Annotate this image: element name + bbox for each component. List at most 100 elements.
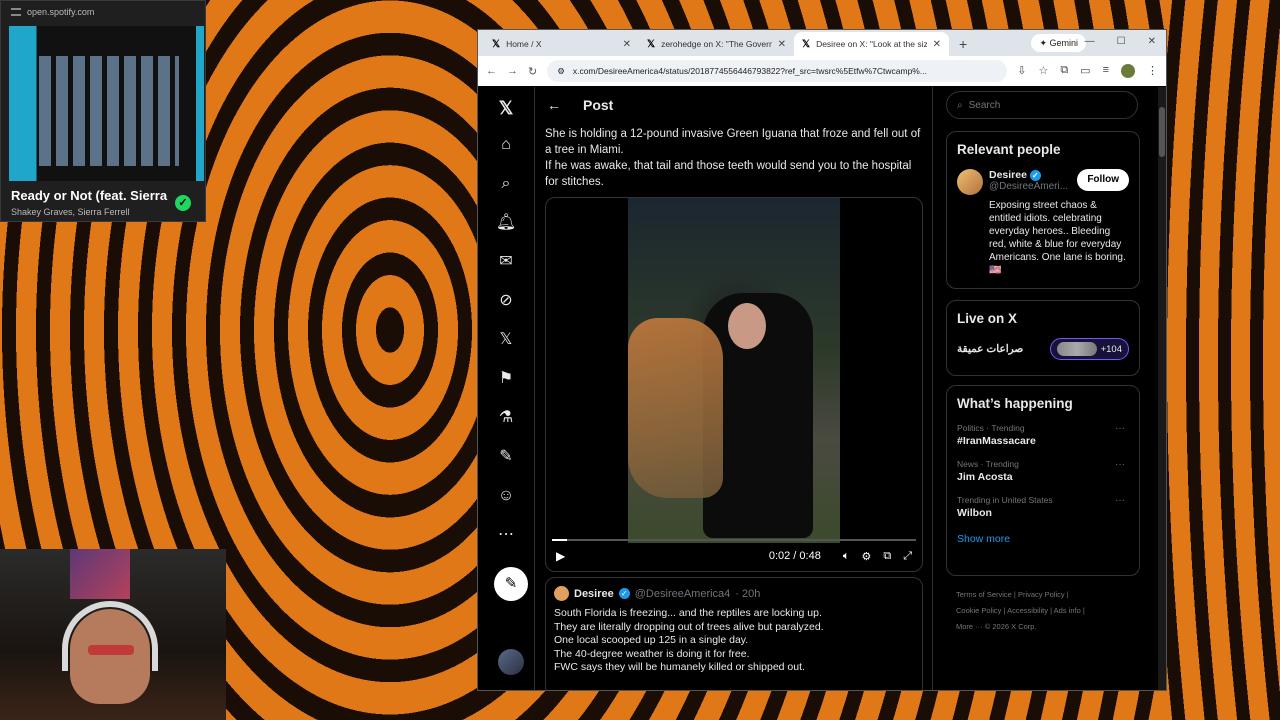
tweet-text-line-2: If he was awake, that tail and those tee… [545,160,912,188]
picture-in-picture-icon[interactable]: ⧉ [883,550,891,563]
articles-edit-icon[interactable]: ✎ [495,446,517,468]
whats-happening-title: What’s happening [957,396,1073,411]
profile-person-icon[interactable]: ☺ [495,485,517,507]
grok-icon[interactable]: ⊘ [495,290,517,312]
live-space-name[interactable]: صراعات عميقة [957,343,1023,355]
quoted-author-handle[interactable]: @DesireeAmerica4 [635,588,731,600]
install-app-icon[interactable]: ⇩ [1017,64,1026,78]
close-icon[interactable]: ✕ [778,39,786,50]
whats-happening-card: What’s happening Politics · Trending #Ir… [946,385,1140,576]
site-info-icon[interactable]: ⚙ [557,66,565,77]
video-person-face [728,303,766,349]
song-artists: Shakey Graves, Sierra Ferrell [11,207,130,217]
relevant-person[interactable]: Desiree ✓ @DesireeAmeri... Follow [957,169,1129,195]
trend-item[interactable]: News · Trending Jim Acosta ··· [957,459,1129,483]
fullscreen-icon[interactable]: ⤢ [903,550,912,563]
minimize-icon[interactable]: — [1085,36,1095,47]
compose-post-icon[interactable]: ✎ [494,567,528,601]
window-controls: — ☐ ✕ [1085,36,1156,47]
home-icon[interactable]: ⌂ [495,134,517,156]
reading-list-icon[interactable]: ≡ [1103,64,1109,78]
follow-button[interactable]: Follow [1077,169,1129,191]
trend-item[interactable]: Trending in United States Wilbon ··· [957,495,1129,519]
more-circle-icon[interactable]: ⋯ [495,524,517,546]
tab-label: Desiree on X: "Look at the size [816,39,927,49]
webcam-poster [70,549,130,599]
close-window-icon[interactable]: ✕ [1148,36,1156,47]
more-dots-icon[interactable]: ··· [1115,459,1125,470]
more-dots-icon[interactable]: ··· [1115,495,1125,506]
tab-home-x[interactable]: 𝕏 Home / X ✕ [484,32,639,56]
spotify-url: open.spotify.com [27,7,95,17]
close-icon[interactable]: ✕ [623,39,631,50]
bookmarks-icon[interactable]: ⚑ [495,368,517,390]
footer-links-3[interactable]: More ··· © 2026 X Corp. [956,619,1146,635]
relevant-person-name-row: Desiree ✓ [989,169,1068,181]
menu-kebab-icon[interactable]: ⋮ [1147,64,1158,78]
browser-window: 𝕏 Home / X ✕ 𝕏 zerohedge on X: "The Gove… [477,29,1167,691]
live-on-x-title: Live on X [957,311,1018,326]
live-space-row[interactable]: صراعات عميقة +104 [957,338,1129,360]
trend-meta: News · Trending [957,459,1019,469]
relevant-person-name[interactable]: Desiree [989,169,1027,181]
video-controls: ▶ 0:02 / 0:48 🔈︎ ⚙ ⧉ ⤢ [546,541,922,571]
page-scrollbar[interactable] [1158,87,1166,690]
live-listeners-pill[interactable]: +104 [1049,338,1129,360]
tab-zerohedge[interactable]: 𝕏 zerohedge on X: "The Governm ✕ [639,32,794,56]
notifications-bell-icon[interactable]: 🔔︎ [495,212,517,234]
new-tab-plus-icon[interactable]: + [949,32,977,56]
quoted-author-name[interactable]: Desiree [574,588,614,600]
bookmark-star-icon[interactable]: ☆ [1038,64,1048,78]
close-icon[interactable]: ✕ [933,39,941,50]
quoted-line: One local scooped up 125 in a single day… [554,634,749,646]
footer-links-1[interactable]: Terms of Service | Privacy Policy | [956,587,1146,603]
cast-icon[interactable]: ▭ [1080,64,1090,78]
spotify-mini-player[interactable]: open.spotify.com Ready or Not (feat. Sie… [0,0,206,222]
extensions-puzzle-icon[interactable]: ⧉ [1060,64,1068,78]
more-dots-icon[interactable]: ··· [1115,423,1125,434]
gemini-button[interactable]: ✦ Gemini [1031,34,1086,52]
messages-mail-icon[interactable]: ✉ [495,251,517,273]
search-input[interactable]: ⌕ Search [946,91,1138,119]
avatar[interactable] [554,586,569,601]
verified-badge-icon: ✓ [618,588,630,599]
desktop-wallpaper-right [1167,0,1280,720]
account-avatar[interactable] [498,649,524,675]
volume-icon[interactable]: 🔈︎ [843,550,850,563]
quoted-tweet[interactable]: Desiree ✓ @DesireeAmerica4 · 20h South F… [545,577,923,690]
listener-count: +104 [1100,343,1122,355]
album-art-tiles [39,56,179,166]
forward-arrow-icon[interactable]: → [507,65,518,77]
back-arrow-icon[interactable]: ← [486,65,497,77]
live-on-x-card: Live on X صراعات عميقة +104 [946,300,1140,376]
profile-avatar[interactable] [1121,64,1135,78]
avatar[interactable] [957,169,983,195]
quoted-tweet-text: South Florida is freezing... and the rep… [554,607,914,675]
saved-check-icon[interactable]: ✓ [175,195,191,211]
back-arrow-icon[interactable]: ← [547,97,561,113]
maximize-icon[interactable]: ☐ [1117,36,1126,47]
quoted-tweet-age[interactable]: · 20h [735,588,760,600]
trend-name: Jim Acosta [957,471,1013,483]
address-bar[interactable]: ⚙ x.com/DesireeAmerica4/status/201877455… [547,60,1008,82]
x-home-logo-icon[interactable]: 𝕏 [495,97,517,119]
scrollbar-thumb[interactable] [1159,107,1165,157]
video-player[interactable]: ▶ 0:02 / 0:48 🔈︎ ⚙ ⧉ ⤢ [545,197,923,572]
play-icon[interactable]: ▶ [556,549,565,563]
show-more-link[interactable]: Show more [957,533,1129,545]
search-placeholder: Search [968,99,1001,111]
verified-badge-icon: ✓ [1029,170,1041,181]
explore-search-icon[interactable]: ⌕ [495,173,517,195]
spotify-url-bar: open.spotify.com [1,1,205,23]
quoted-line: South Florida is freezing... and the rep… [554,607,822,619]
reload-icon[interactable]: ↻ [528,65,537,78]
footer-links-2[interactable]: Cookie Policy | Accessibility | Ads info… [956,603,1146,619]
tab-desiree-post[interactable]: 𝕏 Desiree on X: "Look at the size ✕ [794,32,949,56]
trend-item[interactable]: Politics · Trending #IranMassacare ··· [957,423,1129,447]
webcam-headphones [62,601,158,671]
drag-handle-icon[interactable] [11,8,21,16]
premium-x-icon[interactable]: 𝕏 [495,329,517,351]
post-column: ← Post She is holding a 12-pound invasiv… [535,87,933,690]
settings-gear-icon[interactable]: ⚙ [861,550,871,563]
jobs-flask-icon[interactable]: ⚗ [495,407,517,429]
